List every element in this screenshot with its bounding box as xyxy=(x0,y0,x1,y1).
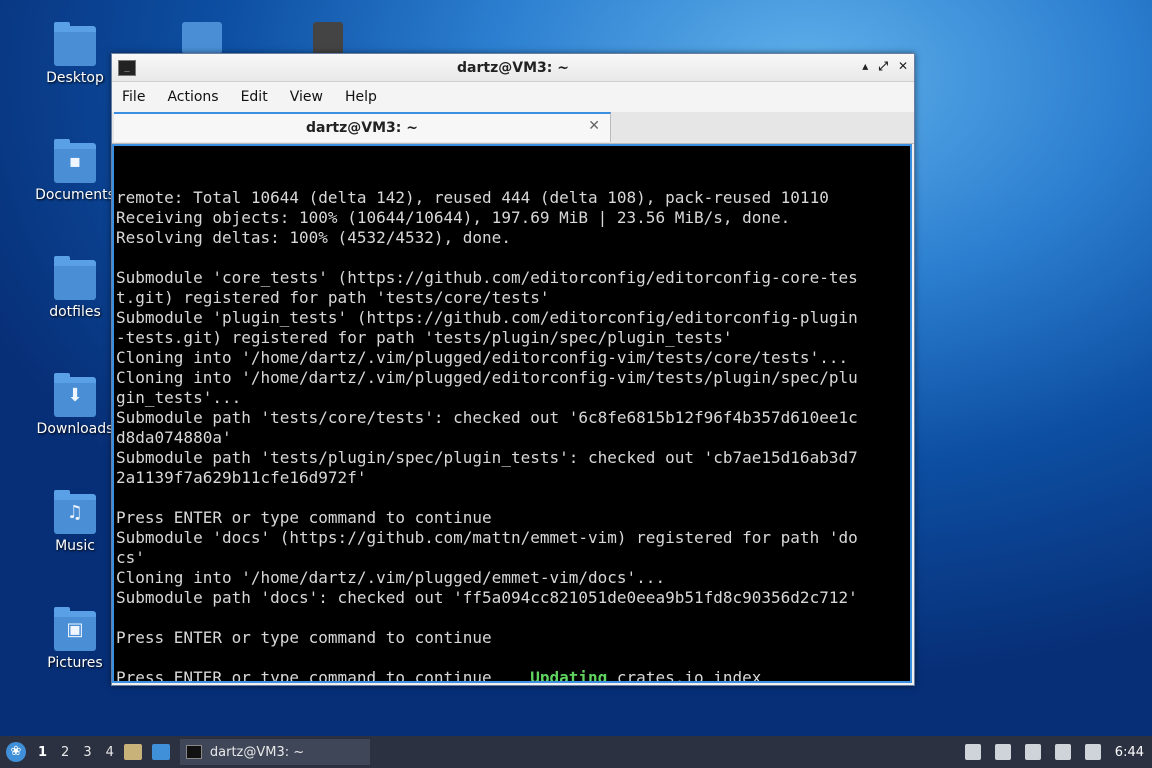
workspace-1[interactable]: 1 xyxy=(38,745,47,760)
terminal-line: d8da074880a' xyxy=(116,428,232,447)
desktop-icon-label: Desktop xyxy=(46,70,104,86)
terminal-task-icon xyxy=(185,745,202,759)
home-folder-icon-partial[interactable] xyxy=(182,22,222,54)
maximize-button[interactable]: ⤢ xyxy=(878,59,888,74)
desktop-icon-label: Pictures xyxy=(47,655,103,671)
desktop-icon-label: Music xyxy=(55,538,95,554)
menu-file[interactable]: File xyxy=(122,89,145,105)
terminal-line: -tests.git) registered for path 'tests/p… xyxy=(116,328,733,347)
downloads-folder-icon: ⬇ xyxy=(54,373,96,417)
taskbar-item-label: dartz@VM3: ~ xyxy=(209,744,305,760)
tab-bar: dartz@VM3: ~ ✕ xyxy=(112,112,914,144)
terminal-line: remote: Total 10644 (delta 142), reused … xyxy=(116,188,829,207)
documents-folder-icon: ▪ xyxy=(54,139,96,183)
updating-word: Updating xyxy=(530,668,608,683)
terminal-line: gin_tests'... xyxy=(116,388,242,407)
terminal-line: Submodule 'plugin_tests' (https://github… xyxy=(116,308,858,327)
menu-actions[interactable]: Actions xyxy=(167,89,218,105)
clock[interactable]: 6:44 xyxy=(1115,745,1144,760)
terminal-window: _ dartz@VM3: ~ ▴ ⤢ ✕ File Actions Edit V… xyxy=(111,53,915,686)
terminal-line: Cloning into '/home/dartz/.vim/plugged/e… xyxy=(116,568,666,587)
desktop-icon-label: Downloads xyxy=(36,421,114,437)
menu-help[interactable]: Help xyxy=(345,89,377,105)
terminal-output[interactable]: remote: Total 10644 (delta 142), reused … xyxy=(112,144,912,683)
desktop-shortcut-documents[interactable]: ▪ Documents xyxy=(25,139,125,203)
terminal-line: cs' xyxy=(116,548,145,567)
desktop-shortcut-dotfiles[interactable]: dotfiles xyxy=(25,256,125,320)
folder-icon xyxy=(54,22,96,66)
updating-rest: crates.io index xyxy=(607,668,762,683)
workspace-switcher: 1 2 3 4 xyxy=(38,745,114,760)
tab-terminal[interactable]: dartz@VM3: ~ ✕ xyxy=(114,112,611,142)
terminal-line: Press ENTER or type command to continue xyxy=(116,628,492,647)
file-icon-partial[interactable] xyxy=(313,22,343,54)
desktop-icon-label: dotfiles xyxy=(49,304,101,320)
tab-label: dartz@VM3: ~ xyxy=(306,120,418,136)
terminal-line: Receiving objects: 100% (10644/10644), 1… xyxy=(116,208,791,227)
system-tray: 6:44 xyxy=(964,736,1144,768)
terminal-line: Submodule path 'tests/plugin/spec/plugin… xyxy=(116,448,858,467)
desktop-shortcut-downloads[interactable]: ⬇ Downloads xyxy=(25,373,125,437)
workspace-2[interactable]: 2 xyxy=(61,745,69,760)
terminal-line: t.git) registered for path 'tests/core/t… xyxy=(116,288,550,307)
terminal-line: Cloning into '/home/dartz/.vim/plugged/e… xyxy=(116,368,858,387)
clipboard-icon[interactable] xyxy=(1024,744,1041,760)
updating-prefix: Press ENTER or type command to continue xyxy=(116,668,531,683)
notification-icon[interactable] xyxy=(1084,744,1101,760)
terminal-line: Cloning into '/home/dartz/.vim/plugged/e… xyxy=(116,348,849,367)
terminal-line: Submodule path 'docs': checked out 'ff5a… xyxy=(116,588,858,607)
terminal-line: Submodule 'docs' (https://github.com/mat… xyxy=(116,528,858,547)
music-folder-icon: ♫ xyxy=(54,490,96,534)
folder-icon xyxy=(54,256,96,300)
close-button[interactable]: ✕ xyxy=(898,59,908,74)
taskbar-item-terminal[interactable]: dartz@VM3: ~ xyxy=(179,739,370,765)
start-menu-icon[interactable]: ❀ xyxy=(6,742,26,762)
terminal-line: 2a1139f7a629b11cfe16d972f' xyxy=(116,468,367,487)
pictures-folder-icon: ▣ xyxy=(54,607,96,651)
taskbar: ❀ 1 2 3 4 dartz@VM3: ~ 6:44 xyxy=(0,736,1152,768)
terminal-line-updating: Press ENTER or type command to continue … xyxy=(116,668,910,683)
terminal-line: Press ENTER or type command to continue xyxy=(116,508,492,527)
minimize-button[interactable]: ▴ xyxy=(862,59,868,74)
window-title: dartz@VM3: ~ xyxy=(457,59,569,76)
volume-icon[interactable] xyxy=(994,744,1011,760)
file-manager-launcher-icon[interactable] xyxy=(123,744,142,760)
terminal-line: Submodule 'core_tests' (https://github.c… xyxy=(116,268,858,287)
menu-edit[interactable]: Edit xyxy=(241,89,268,105)
desktop-shortcut-pictures[interactable]: ▣ Pictures xyxy=(25,607,125,671)
tab-close-icon[interactable]: ✕ xyxy=(588,118,600,134)
terminal-line: Submodule path 'tests/core/tests': check… xyxy=(116,408,858,427)
workspace-4[interactable]: 4 xyxy=(106,745,114,760)
workspace-3[interactable]: 3 xyxy=(83,745,91,760)
terminal-line: Resolving deltas: 100% (4532/4532), done… xyxy=(116,228,511,247)
desktop-shortcut-music[interactable]: ♫ Music xyxy=(25,490,125,554)
keyboard-icon[interactable] xyxy=(964,744,981,760)
window-titlebar[interactable]: _ dartz@VM3: ~ ▴ ⤢ ✕ xyxy=(112,54,914,82)
menu-view[interactable]: View xyxy=(290,89,323,105)
menu-bar: File Actions Edit View Help xyxy=(112,82,914,112)
network-icon[interactable] xyxy=(1054,744,1071,760)
desktop-icon-label: Documents xyxy=(35,187,115,203)
show-desktop-icon[interactable] xyxy=(151,744,170,760)
desktop-shortcut-desktop[interactable]: Desktop xyxy=(25,22,125,86)
